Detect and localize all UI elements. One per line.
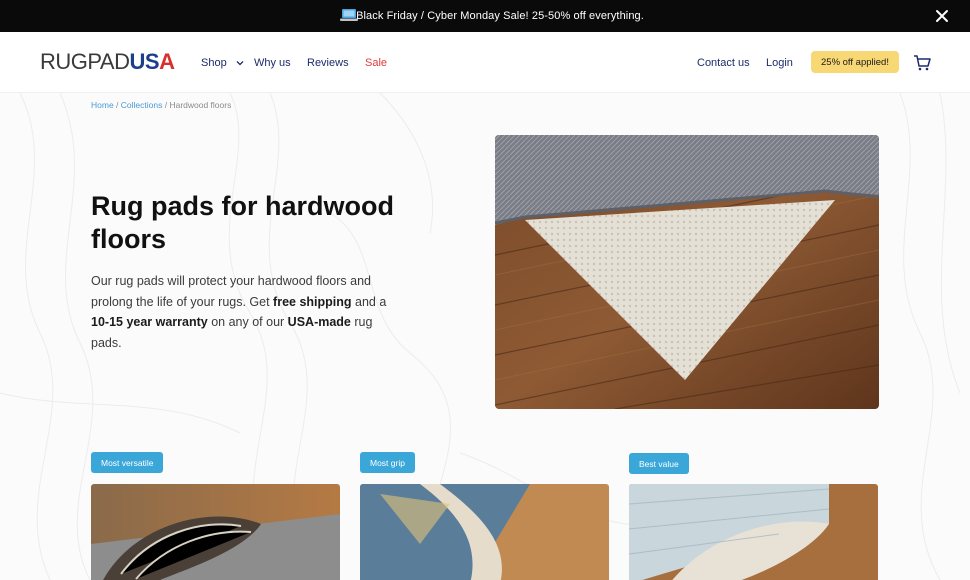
product-image[interactable] [91,484,340,580]
login-link[interactable]: Login [766,57,793,69]
product-badge: Most versatile [91,452,164,473]
announcement-bar: Black Friday / Cyber Monday Sale! 25-50%… [0,0,970,32]
logo-text-a: A [159,49,175,74]
breadcrumb-collections[interactable]: Collections [121,100,163,110]
logo-text-rugpad: RUGPAD [40,49,130,74]
main-content: Home / Collections / Hardwood floors Rug… [0,93,970,580]
desc-text: and a [351,294,387,309]
breadcrumb-separator: / [113,100,121,110]
page-title: Rug pads for hardwood floors [91,191,394,254]
nav-reviews[interactable]: Reviews [307,57,349,69]
chevron-down-icon [236,61,244,66]
rug-pad-photo [629,484,878,580]
rug-pad-photo [360,484,609,580]
cart-icon[interactable] [913,54,931,72]
rug-pad-photo [91,484,340,580]
site-header: RUGPADUSA Shop Why us Reviews Sale Conta… [0,32,970,93]
site-logo[interactable]: RUGPADUSA [40,49,175,75]
product-image[interactable] [360,484,609,580]
hero-description: Our rug pads will protect your hardwood … [91,271,401,353]
nav-why-us[interactable]: Why us [254,57,291,69]
product-badge: Best value [629,453,689,474]
product-badge: Most grip [360,452,415,473]
logo-text-us: US [129,49,160,74]
breadcrumb-current: Hardwood floors [169,100,232,110]
product-image[interactable] [629,484,878,580]
announcement-text: Black Friday / Cyber Monday Sale! 25-50%… [356,10,644,22]
desc-bold-shipping: free shipping [273,294,352,309]
desc-bold-warranty: 10-15 year warranty [91,315,208,329]
promo-badge[interactable]: 25% off applied! [811,51,899,73]
breadcrumb-home[interactable]: Home [91,100,114,110]
desc-bold-usa-made: USA-made [287,315,351,329]
nav-shop[interactable]: Shop [201,57,244,69]
nav-shop-label: Shop [201,57,227,69]
rug-pad-photo [495,135,879,409]
nav-sale[interactable]: Sale [365,57,387,69]
laptop-icon [340,9,358,21]
hero-image [495,135,879,409]
desc-text: on any of our [207,315,288,329]
contact-us-link[interactable]: Contact us [697,57,750,69]
close-icon[interactable] [934,8,950,24]
breadcrumb: Home / Collections / Hardwood floors [91,100,231,110]
